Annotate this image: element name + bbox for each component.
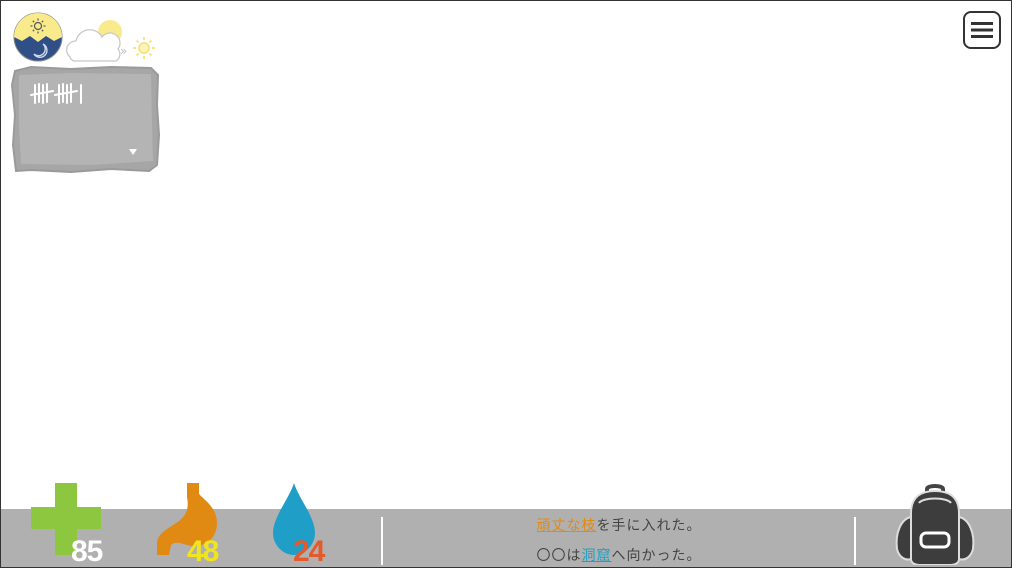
thirst-stat: 24 <box>273 483 363 567</box>
hunger-value: 48 <box>187 535 219 568</box>
hamburger-icon <box>971 22 993 38</box>
log-line: 〇〇は洞窟へ向かった。 <box>385 545 853 565</box>
hud-divider <box>381 517 383 565</box>
place-keyword-link[interactable]: 洞窟 <box>582 548 612 564</box>
message-log: 頑丈な枝を手に入れた。 〇〇は洞窟へ向かった。 <box>385 509 853 567</box>
hunger-stat: 48 <box>157 483 247 567</box>
item-keyword-link[interactable]: 頑丈な枝 <box>537 518 597 534</box>
weather-forecast: » <box>66 20 155 62</box>
day-tally-panel[interactable] <box>11 65 161 175</box>
sun-icon <box>133 37 155 59</box>
cloud-icon <box>66 20 122 62</box>
log-text: へ向かった。 <box>611 548 702 564</box>
log-line: 頑丈な枝を手に入れた。 <box>385 515 853 535</box>
thirst-value: 24 <box>293 535 325 568</box>
menu-button[interactable] <box>963 11 1001 49</box>
backpack-icon[interactable] <box>891 483 979 565</box>
svg-text:»: » <box>120 44 127 58</box>
hud-divider <box>854 517 856 565</box>
log-text: を手に入れた。 <box>596 518 702 534</box>
log-text: 〇〇は <box>536 548 582 564</box>
game-screen: » 85 48 24 頑丈な枝を手に入れた。 〇〇は洞窟へ向かった。 <box>0 0 1012 568</box>
health-value: 85 <box>71 535 103 568</box>
health-stat: 85 <box>31 483 121 567</box>
day-night-dial-icon <box>13 12 63 62</box>
